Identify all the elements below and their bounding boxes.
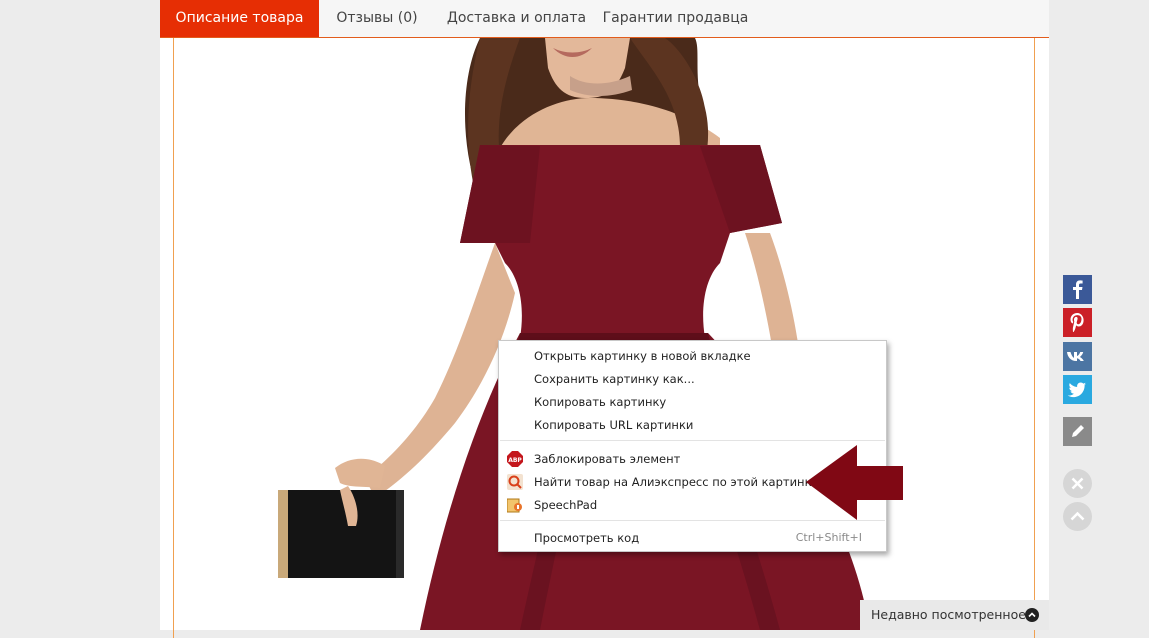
tab-guarantees[interactable]: Гарантии продавца	[598, 0, 753, 37]
speechpad-icon	[507, 498, 522, 513]
twitter-icon[interactable]	[1063, 375, 1092, 404]
menu-find-on-aliexpress[interactable]: Найти товар на Алиэкспресс по этой карти…	[534, 472, 819, 492]
svg-text:ABP: ABP	[508, 457, 522, 464]
chevron-up-icon	[1025, 608, 1039, 622]
menu-inspect-shortcut: Ctrl+Shift+I	[795, 531, 862, 544]
menu-block-element[interactable]: Заблокировать элемент	[534, 449, 680, 469]
pinterest-icon[interactable]	[1063, 308, 1092, 337]
tab-reviews[interactable]: Отзывы (0)	[319, 0, 435, 37]
recently-viewed-toggle[interactable]: Недавно посмотренное	[860, 600, 1049, 630]
facebook-icon[interactable]	[1063, 275, 1092, 304]
aliexpress-search-icon	[507, 474, 523, 490]
menu-copy-image[interactable]: Копировать картинку	[534, 392, 666, 412]
adblock-icon: ABP	[507, 451, 523, 467]
pointer-arrow-icon	[806, 445, 903, 520]
close-share-button[interactable]	[1063, 469, 1092, 498]
chevron-up-icon	[1070, 511, 1085, 521]
product-tabs: Описание товара Отзывы (0) Доставка и оп…	[160, 0, 1049, 38]
recently-viewed-label: Недавно посмотренное	[871, 607, 1026, 622]
menu-save-image-as[interactable]: Сохранить картинку как...	[534, 369, 695, 389]
menu-speechpad[interactable]: SpeechPad	[534, 495, 597, 515]
menu-inspect[interactable]: Просмотреть код	[534, 528, 639, 548]
vk-icon[interactable]	[1063, 342, 1092, 371]
close-icon	[1071, 477, 1084, 490]
tab-delivery[interactable]: Доставка и оплата	[435, 0, 598, 37]
edit-icon[interactable]	[1063, 417, 1092, 446]
tab-description[interactable]: Описание товара	[160, 0, 319, 37]
menu-copy-image-url[interactable]: Копировать URL картинки	[534, 415, 693, 435]
menu-separator	[500, 440, 885, 441]
menu-separator	[500, 520, 885, 521]
scroll-top-button[interactable]	[1063, 502, 1092, 531]
menu-open-image-new-tab[interactable]: Открыть картинку в новой вкладке	[534, 346, 751, 366]
